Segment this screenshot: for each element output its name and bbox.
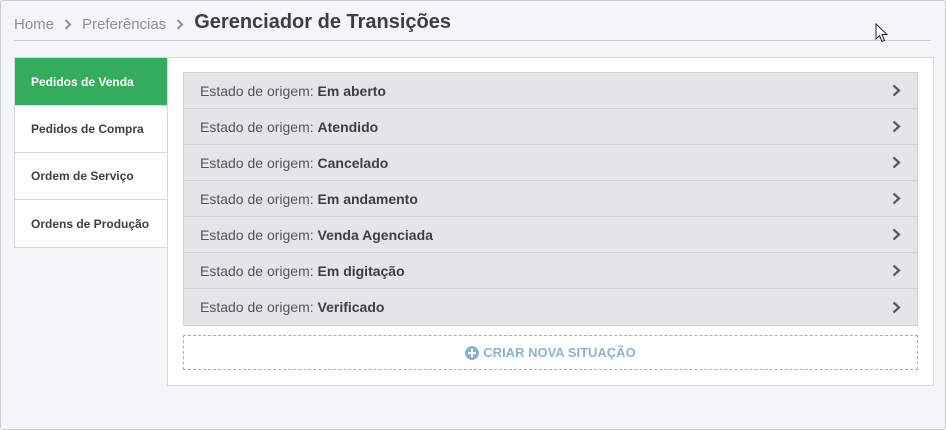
sidebar-item-label: Pedidos de Compra (31, 122, 144, 136)
state-row-text: Estado de origem: Em andamento (200, 191, 418, 207)
chevron-right-icon (176, 18, 184, 30)
plus-circle-icon (465, 345, 480, 360)
state-row-text: Estado de origem: Venda Agenciada (200, 227, 433, 243)
chevron-right-icon (892, 192, 901, 205)
breadcrumb-home-link[interactable]: Home (14, 16, 54, 33)
state-row-text: Estado de origem: Cancelado (200, 155, 388, 171)
state-value: Em aberto (317, 82, 386, 99)
state-prefix: Estado de origem: (200, 226, 314, 243)
state-row-text: Estado de origem: Em aberto (200, 83, 386, 99)
state-row-text: Estado de origem: Verificado (200, 299, 384, 315)
state-prefix: Estado de origem: (200, 118, 314, 135)
chevron-right-icon (64, 18, 72, 30)
sidebar-item-label: Pedidos de Venda (31, 74, 134, 89)
state-value: Verificado (317, 299, 385, 315)
state-prefix: Estado de origem: (200, 154, 314, 171)
state-prefix: Estado de origem: (200, 190, 314, 207)
sidebar-item-label: Ordens de Produção (31, 216, 150, 231)
create-new-situation-button[interactable]: CRIAR NOVA SITUAÇÃO (183, 335, 918, 370)
chevron-right-icon (892, 228, 901, 241)
state-row-text: Estado de origem: Em digitação (200, 263, 405, 279)
chevron-right-icon (892, 156, 901, 169)
mouse-cursor-icon (875, 23, 889, 43)
sidebar-item-ordens-de-producao[interactable]: Ordens de Produção (15, 200, 167, 247)
transitions-panel: Estado de origem: Em aberto Estado de or… (167, 57, 934, 386)
create-button-label: CRIAR NOVA SITUAÇÃO (483, 345, 636, 360)
state-value: Cancelado (317, 154, 389, 171)
chevron-right-icon (892, 120, 901, 133)
state-value: Venda Agenciada (317, 226, 433, 243)
state-value: Em andamento (317, 190, 418, 207)
state-row-atendido[interactable]: Estado de origem: Atendido (184, 109, 917, 145)
app-window: Home Preferências Gerenciador de Transiç… (0, 0, 946, 430)
state-prefix: Estado de origem: (200, 299, 314, 315)
state-row-em-aberto[interactable]: Estado de origem: Em aberto (184, 73, 917, 109)
breadcrumb-preferences-link[interactable]: Preferências (82, 16, 166, 33)
state-value: Atendido (317, 118, 379, 135)
state-row-text: Estado de origem: Atendido (200, 119, 378, 135)
page-title: Gerenciador de Transições (194, 11, 452, 33)
state-row-em-andamento[interactable]: Estado de origem: Em andamento (184, 181, 917, 217)
state-list: Estado de origem: Em aberto Estado de or… (183, 72, 918, 326)
breadcrumb: Home Preferências Gerenciador de Transiç… (14, 8, 931, 41)
chevron-right-icon (892, 301, 901, 313)
state-row-em-digitacao[interactable]: Estado de origem: Em digitação (184, 253, 917, 289)
sidebar-item-pedidos-de-venda[interactable]: Pedidos de Venda (15, 58, 167, 106)
sidebar-item-pedidos-de-compra[interactable]: Pedidos de Compra (15, 106, 167, 153)
chevron-right-icon (892, 84, 901, 97)
chevron-right-icon (892, 264, 901, 277)
state-row-verificado[interactable]: Estado de origem: Verificado (184, 289, 917, 325)
sidebar-item-label: Ordem de Serviço (31, 169, 134, 183)
state-prefix: Estado de origem: (200, 82, 314, 99)
state-value: Em digitação (317, 262, 405, 279)
state-row-cancelado[interactable]: Estado de origem: Cancelado (184, 145, 917, 181)
sidebar: Pedidos de Venda Pedidos de Compra Ordem… (14, 57, 168, 248)
sidebar-item-ordem-de-servico[interactable]: Ordem de Serviço (15, 153, 167, 200)
state-prefix: Estado de origem: (200, 262, 314, 279)
state-row-venda-agenciada[interactable]: Estado de origem: Venda Agenciada (184, 217, 917, 253)
